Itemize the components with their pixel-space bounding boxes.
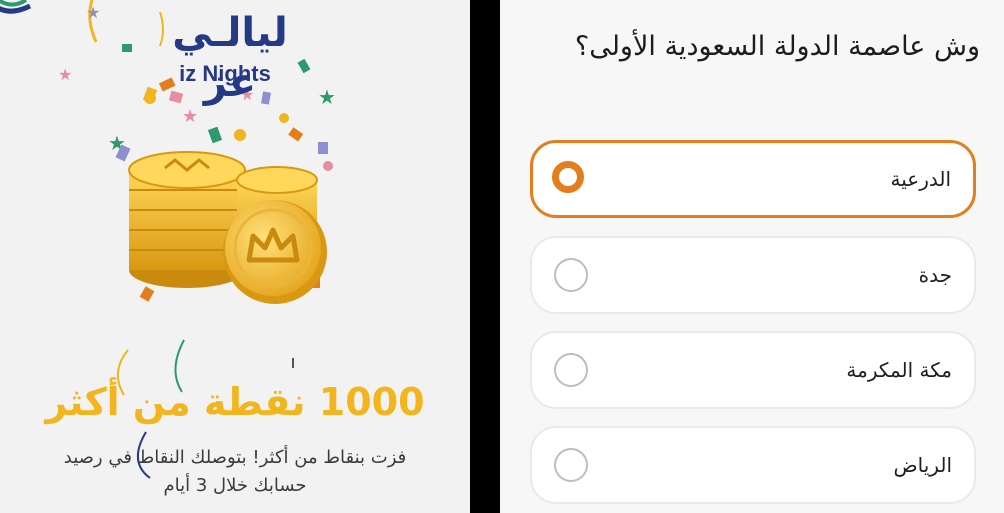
svg-text:★: ★ [108,131,126,155]
answer-option-label: مكة المكرمة [846,358,952,382]
svg-text:★: ★ [58,65,72,84]
svg-text:★: ★ [86,3,100,22]
answer-option-riyadh[interactable]: الرياض [530,426,976,504]
answer-option-label: الدرعية [890,167,952,191]
quiz-question: وش عاصمة الدولة السعودية الأولى؟ [574,31,980,62]
radio-selected-icon[interactable] [552,161,584,193]
reward-description: فزت بنقاط من أكثر! بتوصلك النقاط في رصيد… [63,447,407,496]
reward-points-title: 1000 نقطة من أكثر [45,380,425,424]
reward-panel: ★ ★ ★ ★ ★ ★ ليالـي عز iz Nights 1000 نقط… [0,0,470,513]
svg-text:★: ★ [318,85,336,109]
answer-option-label: الرياض [893,453,952,477]
radio-empty-icon[interactable] [554,353,588,387]
radio-empty-icon[interactable] [554,258,588,292]
radio-empty-icon[interactable] [554,448,588,482]
answer-option-jeddah[interactable]: جدة [530,236,976,314]
brand-logo-english: iz Nights [179,61,271,86]
svg-text:★: ★ [182,106,198,127]
answer-option-makkah[interactable]: مكة المكرمة [530,331,976,409]
answer-option-diriyah[interactable]: الدرعية [530,140,976,218]
logo-swirl-icon [0,0,32,14]
answer-option-label: جدة [918,263,952,287]
gold-coins-crown-icon [128,151,327,304]
quiz-panel: وش عاصمة الدولة السعودية الأولى؟ الدرعية… [500,0,1004,513]
brand-logo-arabic: ليالـي عز [172,10,288,106]
